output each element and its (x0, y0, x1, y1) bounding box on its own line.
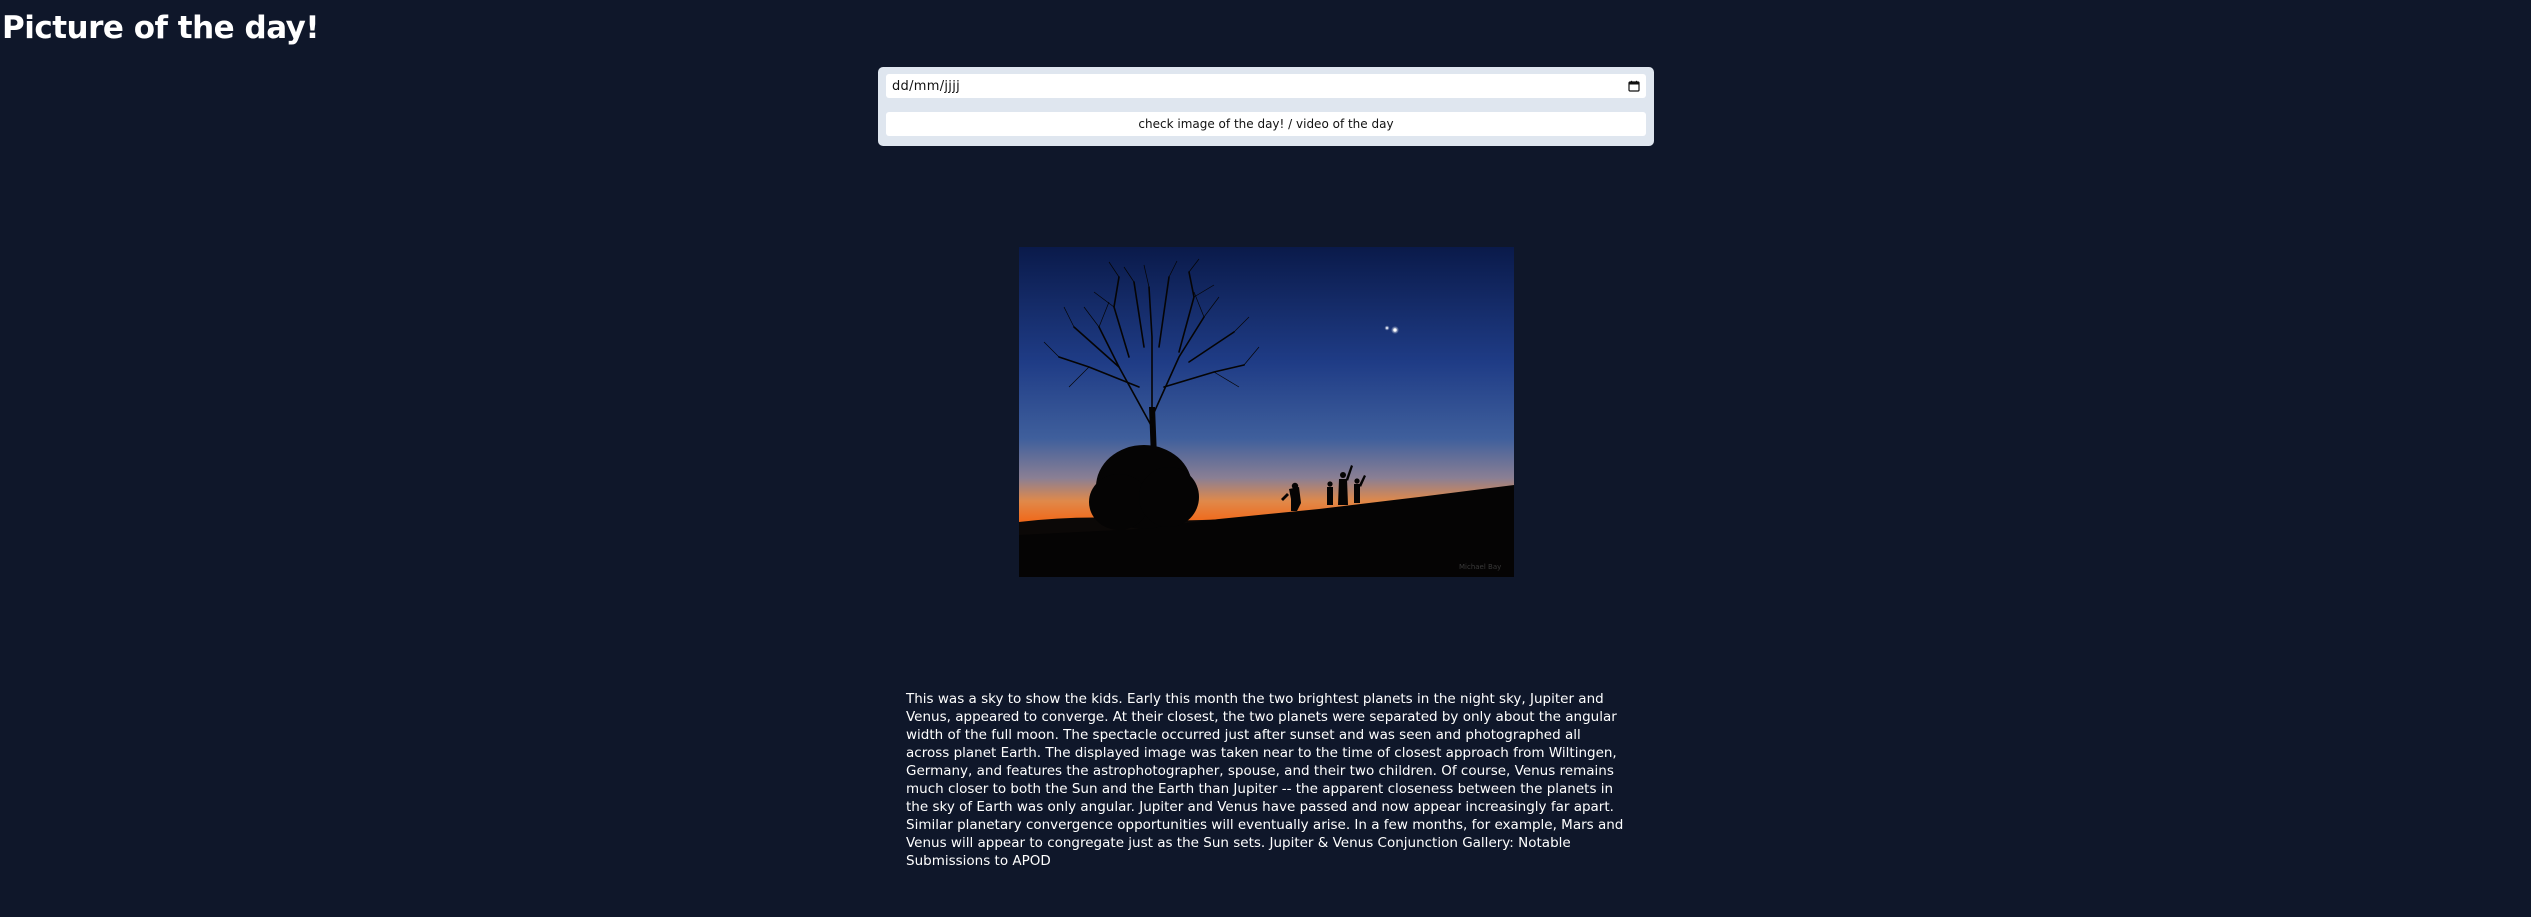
page-title: Picture of the day! (2, 10, 320, 46)
date-input[interactable]: dd/mm/jjjj (886, 74, 1646, 98)
calendar-icon[interactable] (1628, 80, 1640, 92)
apod-explanation: This was a sky to show the kids. Early t… (906, 691, 1624, 869)
date-form: dd/mm/jjjj check image of the day! / vid… (878, 67, 1654, 146)
image-credit: Michael Bay (1459, 563, 1501, 571)
check-image-button[interactable]: check image of the day! / video of the d… (886, 112, 1646, 136)
date-input-placeholder: dd/mm/jjjj (892, 78, 961, 94)
apod-image: Michael Bay (1019, 247, 1514, 577)
